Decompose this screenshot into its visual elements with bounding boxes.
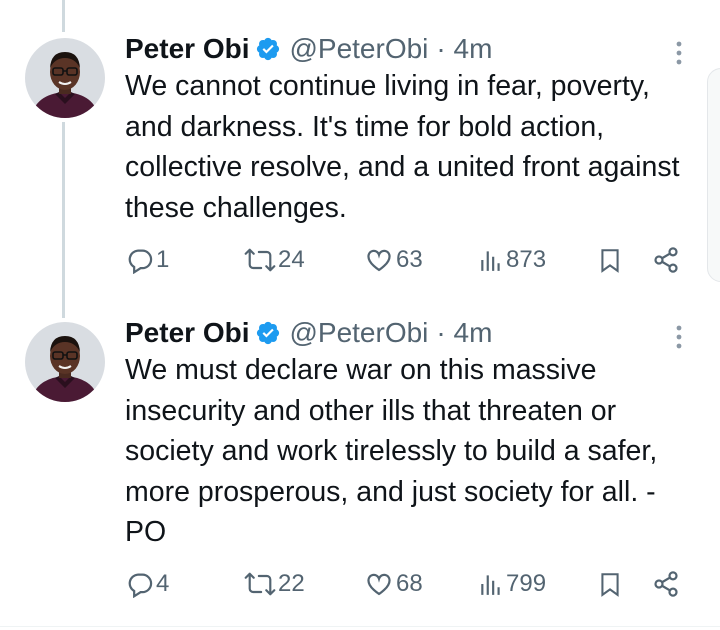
tweet-actions: 4 22 68 799	[0, 570, 720, 610]
avatar[interactable]	[25, 38, 105, 118]
retweet-icon	[244, 572, 276, 596]
more-options-icon[interactable]	[668, 322, 690, 352]
tweet-text: We must declare war on this massive inse…	[125, 354, 658, 548]
author-handle[interactable]: @PeterObi	[289, 33, 428, 65]
author-name[interactable]: Peter Obi	[125, 317, 249, 349]
divider	[0, 626, 720, 627]
like-button[interactable]: 68	[364, 570, 423, 598]
retweet-icon	[244, 248, 276, 272]
views-button[interactable]: 873	[478, 246, 546, 274]
tweet-actions: 1 24 63 873	[0, 246, 720, 286]
verified-badge-icon	[255, 36, 281, 62]
like-count: 63	[396, 246, 423, 273]
share-icon	[654, 247, 678, 273]
reply-count: 4	[156, 570, 170, 597]
thread-line-top	[62, 0, 65, 32]
views-icon	[481, 575, 500, 595]
reply-count: 1	[156, 246, 170, 273]
like-count: 68	[396, 570, 423, 597]
reply-button[interactable]: 4	[126, 570, 169, 598]
more-options-icon[interactable]	[668, 38, 690, 68]
reply-icon	[128, 249, 153, 274]
reply-icon	[128, 573, 153, 598]
tweet-timestamp[interactable]: · 4m	[436, 33, 492, 65]
views-button[interactable]: 799	[478, 570, 546, 598]
like-icon	[367, 249, 391, 272]
retweet-button[interactable]: 24	[244, 246, 305, 274]
tweet[interactable]: Peter Obi @PeterObi · 4m We cannot conti…	[0, 32, 720, 292]
tweet-header: Peter Obi @PeterObi · 4m	[125, 32, 492, 66]
bookmark-button[interactable]	[597, 246, 623, 274]
bookmark-button[interactable]	[597, 570, 623, 598]
tweet-timestamp[interactable]: · 4m	[436, 317, 492, 349]
views-count: 873	[506, 246, 547, 273]
share-button[interactable]	[652, 570, 680, 598]
bookmark-icon	[601, 573, 619, 597]
share-icon	[654, 571, 678, 597]
tweet[interactable]: Peter Obi @PeterObi · 4m We must declare…	[0, 316, 720, 624]
author-handle[interactable]: @PeterObi	[289, 317, 428, 349]
tweet-text: We cannot continue living in fear, pover…	[125, 70, 680, 224]
views-icon	[481, 251, 500, 271]
retweet-count: 24	[278, 246, 305, 273]
verified-badge-icon	[255, 320, 281, 346]
share-button[interactable]	[652, 246, 680, 274]
reply-button[interactable]: 1	[126, 246, 169, 274]
like-button[interactable]: 63	[364, 246, 423, 274]
views-count: 799	[506, 570, 547, 597]
like-icon	[367, 573, 391, 596]
author-name[interactable]: Peter Obi	[125, 33, 249, 65]
tweet-header: Peter Obi @PeterObi · 4m	[125, 316, 492, 350]
retweet-count: 22	[278, 570, 305, 597]
avatar[interactable]	[25, 322, 105, 402]
retweet-button[interactable]: 22	[244, 570, 305, 598]
bookmark-icon	[601, 249, 619, 273]
